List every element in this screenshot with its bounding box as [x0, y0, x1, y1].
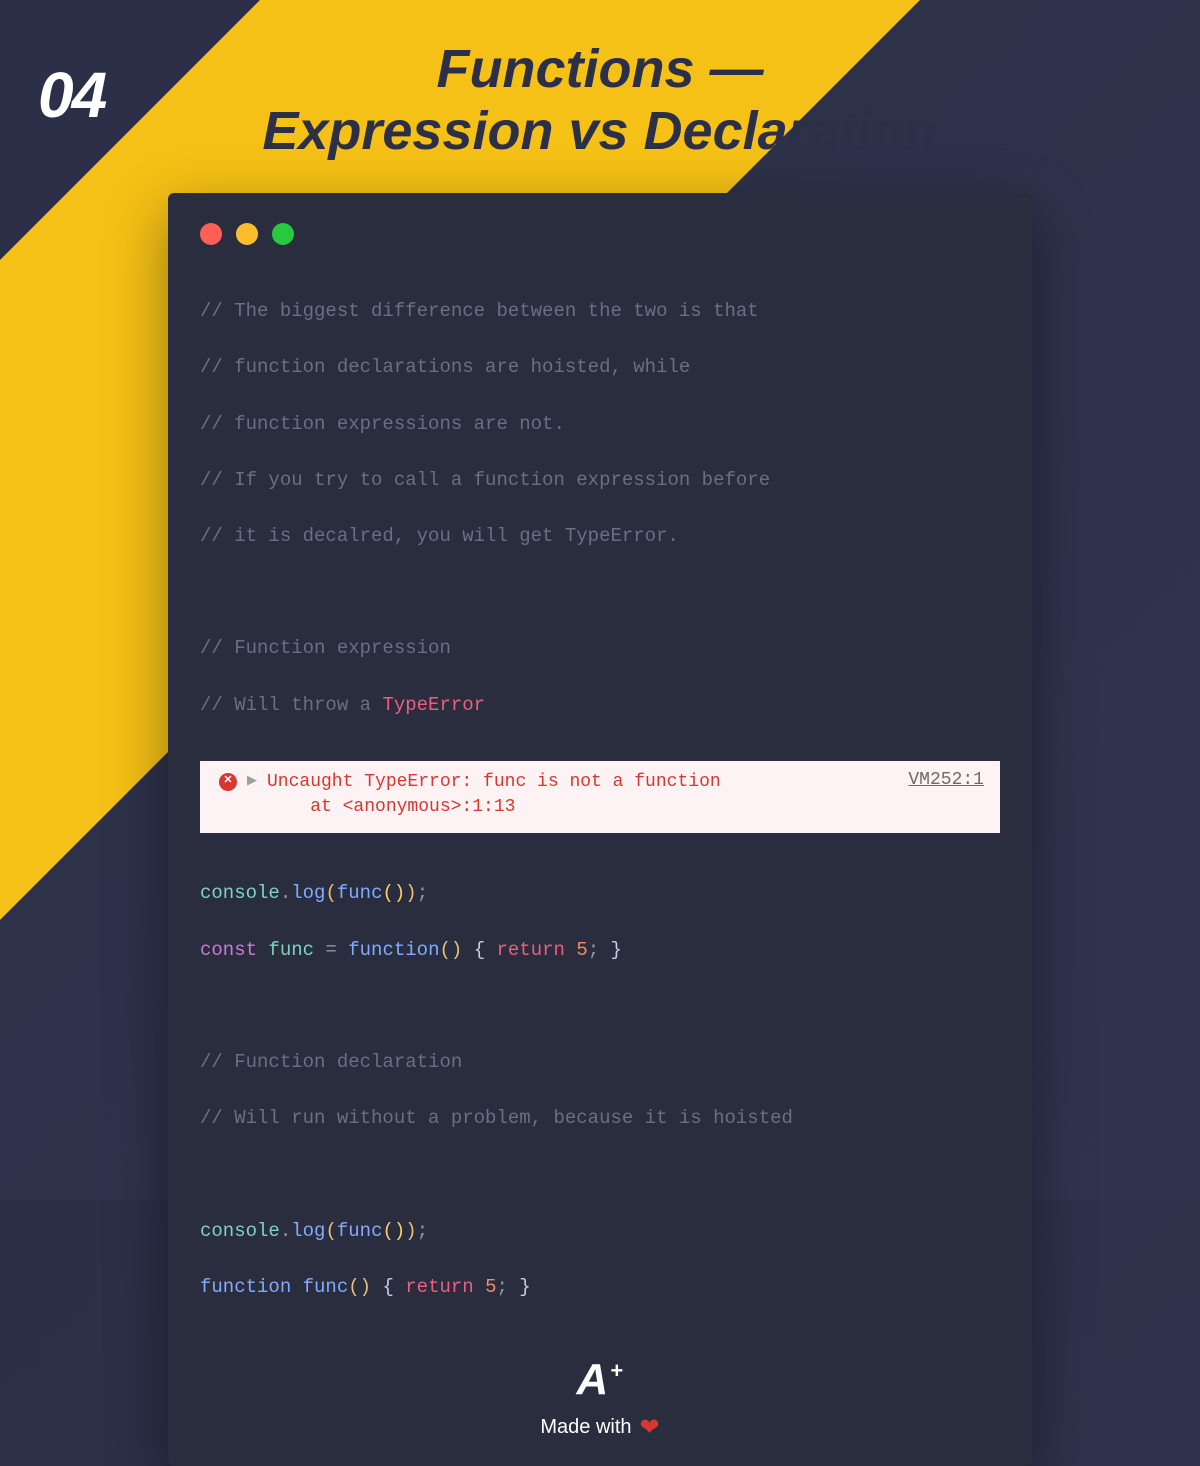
logo-letter: A — [577, 1355, 609, 1405]
title-line-2: Expression vs Declaration — [262, 101, 937, 161]
maximize-icon[interactable] — [272, 223, 294, 245]
logo: A + — [200, 1355, 1000, 1405]
chevron-right-icon: ▶ — [247, 773, 257, 788]
blank-line — [200, 1160, 1000, 1188]
comment-line: // function declarations are hoisted, wh… — [200, 353, 1000, 381]
blank-line — [200, 578, 1000, 606]
comment-line: // Will run without a problem, because i… — [200, 1104, 1000, 1132]
traffic-lights — [200, 223, 1000, 245]
comment-line: // it is decalred, you will get TypeErro… — [200, 522, 1000, 550]
made-with-label: Made with ❤ — [540, 1413, 659, 1442]
page-title: Functions — Expression vs Declaration — [175, 38, 1025, 162]
window-footer: A + Made with ❤ — [200, 1355, 1000, 1442]
title-line-1: Functions — — [437, 39, 764, 99]
comment-line: // function expressions are not. — [200, 410, 1000, 438]
code-content: // The biggest difference between the tw… — [200, 269, 1000, 747]
code-line: function func() { return 5; } — [200, 1273, 1000, 1301]
comment-line: // The biggest difference between the tw… — [200, 297, 1000, 325]
code-line: console.log(func()); — [200, 879, 1000, 907]
blank-line — [200, 992, 1000, 1020]
page-number: 04 — [38, 58, 105, 132]
error-panel: ▶ Uncaught TypeError: func is not a func… — [200, 761, 1000, 833]
error-message: Uncaught TypeError: func is not a functi… — [267, 770, 898, 820]
code-content: console.log(func()); const func = functi… — [200, 851, 1000, 1329]
comment-line: // Will throw a TypeError — [200, 691, 1000, 719]
code-window: // The biggest difference between the tw… — [168, 193, 1032, 1466]
comment-line: // If you try to call a function express… — [200, 466, 1000, 494]
error-location[interactable]: VM252:1 — [908, 770, 984, 790]
plus-icon: + — [610, 1360, 623, 1385]
code-line: console.log(func()); — [200, 1217, 1000, 1245]
code-line: const func = function() { return 5; } — [200, 936, 1000, 964]
heart-icon: ❤ — [640, 1413, 660, 1442]
minimize-icon[interactable] — [236, 223, 258, 245]
comment-line: // Function declaration — [200, 1048, 1000, 1076]
error-icon — [219, 773, 237, 791]
comment-line: // Function expression — [200, 634, 1000, 662]
close-icon[interactable] — [200, 223, 222, 245]
